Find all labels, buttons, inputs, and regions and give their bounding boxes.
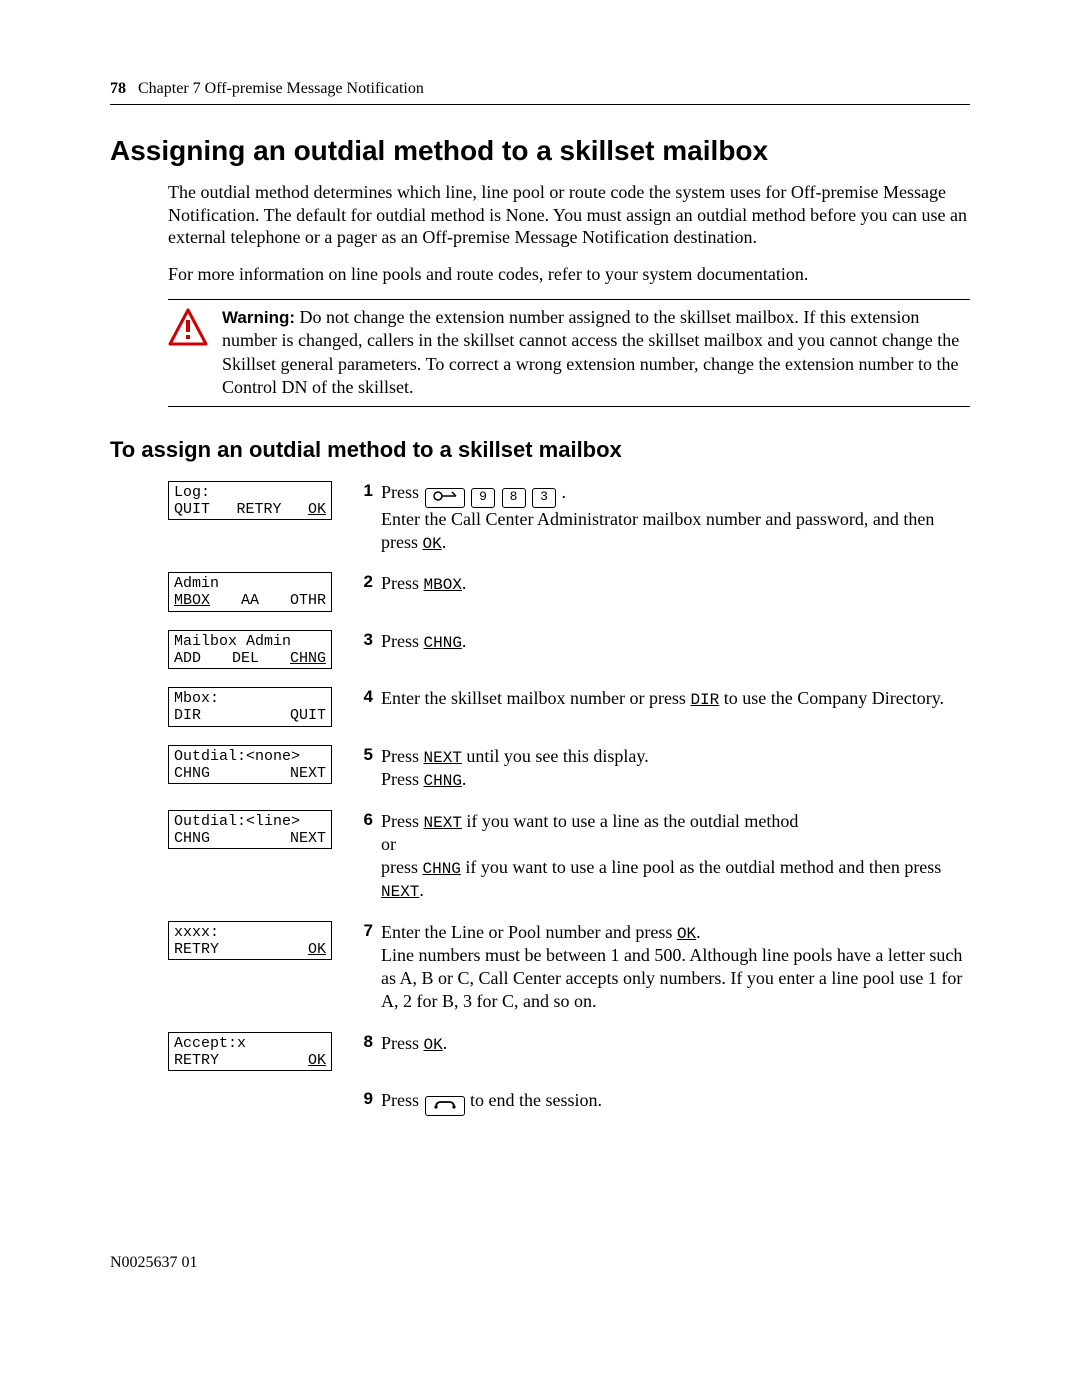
step-row: Admin MBOX AA OTHR 2 Press MBOX. [168,572,970,630]
step-number: 6 [349,810,381,921]
step-row: Accept:x RETRY OK 8 Press OK. [168,1032,970,1090]
digit-key: 8 [502,488,526,508]
chapter-title: Chapter 7 Off-premise Message Notificati… [138,80,424,97]
lcd-display: Outdial:<line> CHNG NEXT [168,810,332,850]
step-text: Press to end the session. [381,1089,970,1134]
header-rule [110,104,970,105]
intro-paragraph-2: For more information on line pools and r… [168,263,970,286]
step-number: 7 [349,921,381,1032]
step-row: Mbox: DIR QUIT 4 Enter the skillset mail… [168,687,970,745]
document-footer: N0025637 01 [110,1254,970,1272]
step-text: Press MBOX. [381,572,970,630]
steps-table: Log: QUIT RETRY OK 1 Press 9 8 3 . [168,481,970,1134]
lcd-display: xxxx: RETRY OK [168,921,332,961]
digit-key: 3 [532,488,556,508]
step-text: Press NEXT if you want to use a line as … [381,810,970,921]
release-key-icon [425,1096,465,1116]
subsection-title: To assign an outdial method to a skillse… [110,437,970,463]
feature-key-icon [425,488,465,508]
lcd-display: Mbox: DIR QUIT [168,687,332,727]
step-number: 9 [349,1089,381,1134]
step-row: xxxx: RETRY OK 7 Enter the Line or Pool … [168,921,970,1032]
step-row: Mailbox Admin ADD DEL CHNG 3 Press CHNG. [168,630,970,688]
digit-key: 9 [471,488,495,508]
warning-box: Warning: Do not change the extension num… [168,306,970,400]
step-text: Press NEXT until you see this display. P… [381,745,970,810]
page-number: 78 [110,80,126,97]
warning-label: Warning: [222,308,295,327]
section-title: Assigning an outdial method to a skillse… [110,135,970,167]
warning-top-rule [168,299,970,300]
lcd-display: Log: QUIT RETRY OK [168,481,332,521]
lcd-display: Accept:x RETRY OK [168,1032,332,1072]
intro-paragraph-1: The outdial method determines which line… [168,181,970,249]
step-text: Press OK. [381,1032,970,1090]
lcd-display: Outdial:<none> CHNG NEXT [168,745,332,785]
step-number: 3 [349,630,381,688]
step-row: Outdial:<line> CHNG NEXT 6 Press NEXT if… [168,810,970,921]
step-row: Outdial:<none> CHNG NEXT 5 Press NEXT un… [168,745,970,810]
lcd-display: Mailbox Admin ADD DEL CHNG [168,630,332,670]
warning-bottom-rule [168,406,970,407]
step-text: Enter the skillset mailbox number or pre… [381,687,970,745]
step-number: 1 [349,481,381,573]
warning-text: Warning: Do not change the extension num… [222,306,970,400]
page-header: 78 Chapter 7 Off-premise Message Notific… [110,80,970,98]
step-number: 4 [349,687,381,745]
step-text: Enter the Line or Pool number and press … [381,921,970,1032]
lcd-display: Admin MBOX AA OTHR [168,572,332,612]
warning-icon [168,308,208,351]
step-row: 9 Press to end the session. [168,1089,970,1134]
step-text: Press CHNG. [381,630,970,688]
step-text: Press 9 8 3 . Enter the Call Center Admi… [381,481,970,573]
step-number: 8 [349,1032,381,1090]
step-number: 2 [349,572,381,630]
step-row: Log: QUIT RETRY OK 1 Press 9 8 3 . [168,481,970,573]
step-number: 5 [349,745,381,810]
warning-body: Do not change the extension number assig… [222,307,959,397]
